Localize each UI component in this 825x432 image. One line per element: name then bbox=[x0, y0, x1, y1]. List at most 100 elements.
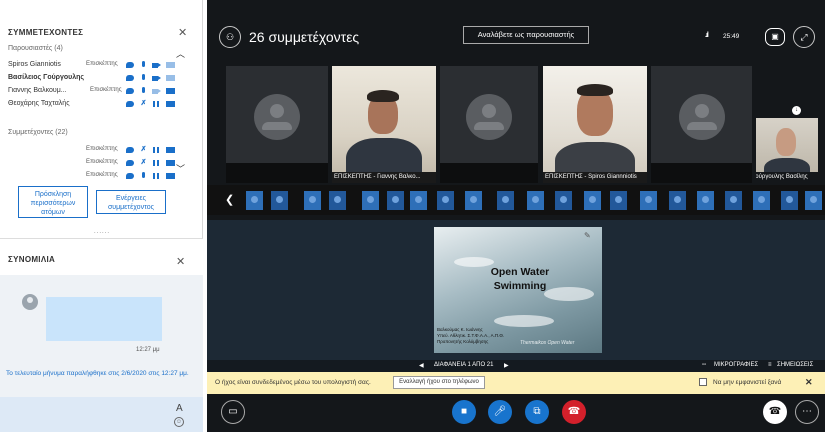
video-tile[interactable]: ΕΠΙΣΚΕΠΤΗΣ - Spiros Giannniotis bbox=[543, 66, 647, 183]
tile-caption: ΕΠΙΣΚΕΠΤΗΣ - Spiros Giannniotis bbox=[543, 172, 647, 183]
microphone-button-icon[interactable]: 🎤︎ bbox=[488, 400, 512, 424]
participant-thumbnail[interactable] bbox=[697, 191, 714, 210]
participant-row[interactable]: Βασίλειος Γούργουλης bbox=[8, 73, 180, 85]
avatar-placeholder bbox=[254, 94, 300, 140]
participant-thumbnail[interactable] bbox=[465, 191, 482, 210]
microphone-icon bbox=[139, 74, 148, 82]
text-format-icon[interactable]: A bbox=[176, 403, 183, 414]
audio-notice-text: Ο ήχος είναι συνδεδεμένος μέσω του υπολο… bbox=[215, 379, 371, 386]
participant-thumbnail[interactable] bbox=[753, 191, 770, 210]
participant-thumbnail[interactable] bbox=[437, 191, 454, 210]
participant-thumbnail[interactable] bbox=[410, 191, 427, 210]
scroll-down-chevron-icon[interactable]: ﹀ bbox=[176, 162, 185, 175]
thumbnails-icon[interactable]: ▫▫ bbox=[702, 362, 706, 368]
share-screen-icon[interactable]: ⧉ bbox=[525, 400, 549, 424]
presentation-slide[interactable]: Open Water Swimming Βαλκούμας Κ. Ιωάννης… bbox=[434, 227, 602, 353]
chat-title: ΣΥΝΟΜΙΛΙΑ bbox=[8, 255, 56, 264]
audio-notice-bar: Ο ήχος είναι συνδεδεμένος μέσω του υπολο… bbox=[207, 372, 825, 394]
chat-icon bbox=[126, 75, 134, 81]
participant-thumbnail[interactable] bbox=[271, 191, 288, 210]
participant-name: Θεοχάρης Ταχταλής bbox=[8, 100, 70, 107]
chat-input[interactable] bbox=[0, 397, 203, 432]
participant-row[interactable]: Θεοχάρης Ταχταλής ✗ bbox=[8, 99, 180, 111]
switch-audio-button[interactable]: Εναλλαγή ήχου στο τηλέφωνο bbox=[393, 376, 485, 389]
chat-icon bbox=[126, 88, 134, 94]
download-icon[interactable]: ↓ bbox=[792, 106, 801, 115]
slide-counter: ΔΙΑΦΑΝΕΙΑ 1 ΑΠΟ 21 bbox=[434, 362, 494, 368]
participant-thumbnail[interactable] bbox=[669, 191, 686, 210]
participant-name: Βασίλειος Γούργουλης bbox=[8, 74, 85, 81]
microphone-icon bbox=[139, 87, 148, 95]
video-tile[interactable] bbox=[226, 66, 328, 183]
close-chat-icon[interactable]: ✕ bbox=[176, 255, 185, 268]
microphone-muted-icon: ✗ bbox=[140, 159, 147, 166]
participant-row[interactable]: Spiros Gianniotis Επισκέπτης bbox=[8, 60, 180, 72]
participant-thumbnail[interactable] bbox=[610, 191, 627, 210]
last-message-note: Το τελευταίο μήνυμα παραλήφθηκε στις 2/6… bbox=[6, 370, 189, 377]
presentation-area: Open Water Swimming Βαλκούμας Κ. Ιωάννης… bbox=[207, 220, 825, 360]
layout-switch-icon[interactable]: ▣ bbox=[765, 28, 785, 46]
thumbnails-button[interactable]: ΜΙΚΡΟΓΡΑΦΙΕΣ bbox=[714, 362, 758, 368]
next-slide-icon[interactable]: ▶ bbox=[504, 362, 509, 369]
notes-button[interactable]: ΣΗΜΕΙΩΣΕΙΣ bbox=[777, 362, 813, 368]
microphone-icon bbox=[139, 172, 148, 180]
video-tile[interactable] bbox=[651, 66, 752, 183]
participant-thumbnail[interactable] bbox=[497, 191, 514, 210]
participant-thumbnail[interactable] bbox=[387, 191, 404, 210]
participant-thumbnail[interactable] bbox=[640, 191, 657, 210]
strip-left-arrow-icon[interactable]: ❮ bbox=[225, 193, 234, 206]
microphone-muted-icon: ✗ bbox=[140, 146, 147, 153]
emoji-icon[interactable]: ☺ bbox=[174, 417, 184, 427]
participant-strip: ❮ bbox=[207, 185, 825, 215]
participant-name: Spiros Gianniotis bbox=[8, 61, 61, 68]
participant-thumbnail[interactable] bbox=[555, 191, 572, 210]
participant-thumbnail[interactable] bbox=[725, 191, 742, 210]
close-notice-icon[interactable]: ✕ bbox=[805, 377, 813, 388]
participant-thumbnail[interactable] bbox=[246, 191, 263, 210]
participant-thumbnail[interactable] bbox=[584, 191, 601, 210]
hang-up-icon[interactable]: ☎ bbox=[562, 400, 586, 424]
participant-role: Επισκέπτης bbox=[90, 87, 122, 93]
dont-show-checkbox[interactable] bbox=[699, 378, 707, 386]
chat-toggle-icon[interactable]: ▭ bbox=[221, 400, 245, 424]
avatar-placeholder bbox=[466, 94, 512, 140]
video-tile[interactable]: ΕΠΙΣΚΕΠΤΗΣ - Γιαννης Βαλκο... bbox=[332, 66, 436, 183]
more-options-icon[interactable]: ⋯ bbox=[795, 400, 819, 424]
call-controls-icon[interactable]: ☎ bbox=[763, 400, 787, 424]
participant-row[interactable]: Γιαννης Βαλκουμ... Επισκέπτης bbox=[8, 86, 180, 98]
participant-name: Γιαννης Βαλκουμ... bbox=[8, 87, 67, 94]
screen-share-icon bbox=[166, 88, 175, 94]
attendee-row[interactable]: Επισκέπτης ✗ bbox=[8, 158, 180, 170]
collapse-chevron-icon[interactable]: ︿ bbox=[176, 47, 185, 60]
video-camera-icon[interactable]: ■ bbox=[452, 400, 476, 424]
signal-strength-icon: .ıl bbox=[705, 32, 709, 39]
notes-icon[interactable]: ≡ bbox=[768, 362, 772, 368]
attendee-row[interactable]: Επισκέπτης bbox=[8, 171, 180, 183]
presenters-header[interactable]: Παρουσιαστές (4) bbox=[8, 45, 63, 52]
message-time: 12:27 μμ bbox=[136, 347, 160, 353]
participant-actions-button[interactable]: Ενέργειες συμμετέχοντος bbox=[96, 190, 166, 214]
slide-watermark: Thermaikos Open Water bbox=[520, 340, 575, 346]
attendee-row[interactable]: Επισκέπτης ✗ bbox=[8, 145, 180, 157]
participant-thumbnail[interactable] bbox=[362, 191, 379, 210]
previous-slide-icon[interactable]: ◀ bbox=[419, 362, 424, 369]
video-tile[interactable] bbox=[440, 66, 538, 183]
attendees-header[interactable]: Συμμετέχοντες (22) bbox=[8, 129, 68, 136]
fullscreen-icon[interactable]: ⤢ bbox=[793, 26, 815, 48]
participants-toggle-icon[interactable]: ⚇ bbox=[219, 26, 241, 48]
participant-thumbnail[interactable] bbox=[527, 191, 544, 210]
annotate-pencil-icon[interactable]: ✎ bbox=[584, 231, 591, 240]
participants-title: ΣΥΜΜΕΤΕΧΟΝΤΕΣ bbox=[8, 28, 84, 37]
take-presenter-button[interactable]: Αναλάβετε ως παρουσιαστής bbox=[463, 26, 589, 44]
participant-thumbnail[interactable] bbox=[805, 191, 822, 210]
participant-thumbnail[interactable] bbox=[329, 191, 346, 210]
close-participants-icon[interactable]: ✕ bbox=[178, 26, 187, 39]
camera-icon bbox=[152, 87, 161, 95]
participant-thumbnail[interactable] bbox=[304, 191, 321, 210]
chat-icon bbox=[126, 62, 134, 68]
screen-share-icon bbox=[166, 75, 175, 81]
participant-thumbnail[interactable] bbox=[781, 191, 798, 210]
video-tile[interactable]: ↓ Γούργουλης Βασίλης bbox=[756, 66, 818, 183]
pause-icon bbox=[152, 146, 161, 154]
invite-more-button[interactable]: Πρόσκληση περισσότερων ατόμων bbox=[18, 186, 88, 218]
